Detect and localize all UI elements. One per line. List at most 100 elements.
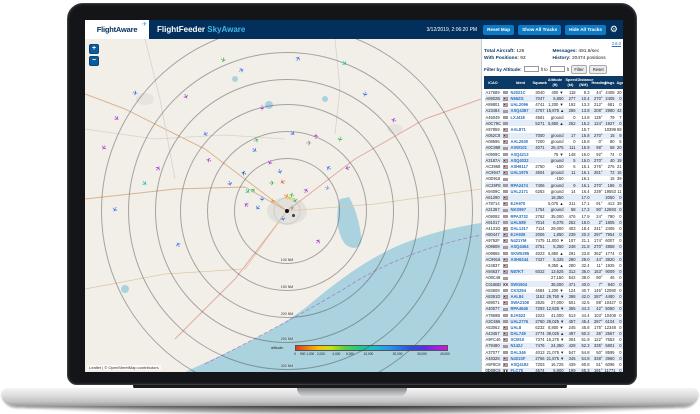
aircraft-row[interactable]: C016BDSWG60435,00047140.07°9400 xyxy=(485,281,623,287)
ident-link[interactable]: DAL1317 xyxy=(511,226,529,231)
aircraft-row[interactable]: A0C888ASW101407126,47511115.998°5820 xyxy=(485,145,623,151)
radar-map[interactable]: + − altitude: 05001,0002,0004,0006,00010… xyxy=(85,39,481,372)
aircraft-row[interactable]: AC9947UAL19754504ground1116.1281°7216 xyxy=(485,170,623,176)
ident-link[interactable]: UAL2096 xyxy=(511,102,529,107)
ident-link[interactable]: N2021C xyxy=(511,90,526,95)
ident-link[interactable]: UAL8 xyxy=(511,325,522,330)
aircraft-row[interactable]: AC29FERPA24747406ground916.1270°1860 xyxy=(485,182,623,188)
ident-link[interactable]: ASQ4454 xyxy=(511,244,529,249)
ident-link[interactable]: CKS294 xyxy=(511,288,526,293)
aircraft-row[interactable]: A0909CASQ421375 ▼14816.092°740 xyxy=(485,151,623,157)
ident-link[interactable]: N142J xyxy=(511,343,523,348)
aircraft-row[interactable]: A46049LXJ4184581ground014.8135°797 xyxy=(485,114,623,120)
ident-link[interactable]: DAL749 xyxy=(511,331,526,336)
filter-button[interactable]: Filter xyxy=(571,65,587,74)
ident-link[interactable]: ASQ4387 xyxy=(511,108,529,113)
ident-link[interactable]: LXJ418 xyxy=(511,115,525,120)
settings-gear-icon[interactable]: ⚙ xyxy=(610,25,618,34)
aircraft-row[interactable]: A3187AASQ4032ground516.0270°4019 xyxy=(485,157,623,163)
aircraft-row[interactable]: A17689N2021C3040400 ▼1189.344°440820 xyxy=(485,89,623,96)
ident-link[interactable]: ASH6117 xyxy=(511,164,529,169)
aircraft-icon[interactable]: ✈ xyxy=(314,133,321,139)
aircraft-icon[interactable]: ✈ xyxy=(278,215,286,222)
column-header[interactable]: ICAO xyxy=(485,77,502,89)
aircraft-row[interactable]: A08C4827,15054238.090°460 xyxy=(485,275,623,281)
aircraft-row[interactable]: A89071SWA2108262527,00050142.588°104270 xyxy=(485,300,623,306)
altitude-max-input[interactable] xyxy=(550,66,565,72)
aircraft-row[interactable]: A53062UAL862328,800 ▼24545.8175°1234880 xyxy=(485,324,623,330)
aircraft-icon[interactable]: ✈ xyxy=(360,90,368,97)
aircraft-row[interactable]: A21367NKS9971754ground5817.290°126930 xyxy=(485,207,623,213)
ident-link[interactable]: AAL84 xyxy=(511,294,524,299)
aircraft-row[interactable]: A8391DAAL84116229,750 ▼39842.0287°44800 xyxy=(485,293,623,299)
ident-link[interactable]: UAL1975 xyxy=(511,170,529,175)
aircraft-row[interactable]: A09808ASQ445427515,35024821.8270°48580 xyxy=(485,244,623,250)
ident-link[interactable]: EJA970 xyxy=(511,201,526,206)
aircraft-row[interactable]: A80447EJA93520061,85023920.3297°79540 xyxy=(485,232,623,238)
ident-link[interactable]: N421YM xyxy=(511,238,527,243)
ident-link[interactable]: SCM10 xyxy=(511,337,525,342)
ident-link[interactable]: AAL2630 xyxy=(511,139,529,144)
aircraft-icon[interactable]: ✈ xyxy=(131,90,138,98)
aircraft-row[interactable]: A78714EJA9705,075 ▲21117.191°41339 xyxy=(485,201,623,207)
ident-link[interactable]: SWA2108 xyxy=(511,300,529,305)
ident-link[interactable]: N87KT xyxy=(511,269,524,274)
reset-button[interactable]: Reset xyxy=(589,65,607,74)
column-header[interactable]: Age xyxy=(616,77,623,89)
version-link[interactable]: 3.8.0 xyxy=(612,41,621,46)
aircraft-icon[interactable]: ✈ xyxy=(306,141,312,148)
ident-link[interactable]: ASW101 xyxy=(511,145,527,150)
ident-link[interactable]: ASH6244 xyxy=(511,257,529,262)
column-header[interactable]: Distance (NM) xyxy=(577,77,591,89)
aircraft-row[interactable]: AC9916ASH624474275,32528029.044°38200 xyxy=(485,256,623,262)
aircraft-row[interactable]: A9792FN421YM747511,000 ▼10721.1174°60070 xyxy=(485,238,623,244)
column-header[interactable]: Speed (kt) xyxy=(565,77,577,89)
map-zoom-out-button[interactable]: − xyxy=(89,56,99,66)
aircraft-row[interactable]: A40077RPA4546729312,825 ▼35544.342°50500 xyxy=(485,306,623,312)
aircraft-icon[interactable]: ✈ xyxy=(289,206,295,213)
ident-link[interactable]: ASQ4032 xyxy=(511,158,529,163)
ident-link[interactable]: UAL2171 xyxy=(511,189,529,194)
aircraft-icon[interactable]: ✈ xyxy=(258,196,265,202)
map-zoom-in-button[interactable]: + xyxy=(89,44,99,54)
aircraft-row[interactable]: A91017UAL58970146,07525218.02°18050 xyxy=(485,219,623,225)
ident-link[interactable]: AAL871 xyxy=(511,127,526,132)
aircraft-row[interactable]: A0C79C52715,850 ▲25215.2124°19270 xyxy=(485,120,623,126)
ident-link[interactable]: RPA4546 xyxy=(511,306,528,311)
column-header[interactable] xyxy=(502,77,510,89)
ident-link[interactable]: ASQ4192 xyxy=(511,362,529,367)
ident-link[interactable]: EJA935 xyxy=(511,232,526,237)
aircraft-row[interactable]: A3C666UAL2776276029,025 ▼45745.4287°6104… xyxy=(485,318,623,324)
ident-link[interactable]: DAL346 xyxy=(511,350,526,355)
ident-link[interactable]: ASQ4213 xyxy=(511,152,529,157)
show-all-tracks-button[interactable]: Show All Tracks xyxy=(518,25,561,35)
aircraft-icon[interactable]: ✈ xyxy=(288,190,295,198)
ident-link[interactable]: RPA2474 xyxy=(511,183,528,188)
aircraft-row[interactable]: A5F8C8ASQ4192720316,72543960.851°60960 xyxy=(485,361,623,367)
aircraft-icon[interactable]: ✈ xyxy=(269,181,275,188)
aircraft-row[interactable]: A4131DDAL1317711429,00040318.4241°24050 xyxy=(485,225,623,231)
ident-link[interactable]: NKS997 xyxy=(511,207,526,212)
aircraft-row[interactable]: A9409CUAL21716263ground1416.4239°1955311 xyxy=(485,188,623,194)
aircraft-row[interactable]: A89801UAL209647411,200 ▼19213.3212°6810 xyxy=(485,102,623,108)
aircraft-row[interactable]: A08596AAL26307200ground015.80°805 xyxy=(485,139,623,145)
aircraft-icon[interactable]: ✈ xyxy=(335,135,343,142)
aircraft-row[interactable]: A48328N401SF276621,875 ▼34554.8338°39600 xyxy=(485,355,623,361)
aircraft-row[interactable]: A23484ASQ4387476715,875 ▲25613.8208°2980… xyxy=(485,108,623,114)
aircraft-row[interactable]: A052C87000ground1715.8270°159 xyxy=(485,133,623,139)
aircraft-table-header[interactable]: ICAOIdentSquawkAltitude (ft)Speed (kt)Di… xyxy=(485,77,623,89)
aircraft-row[interactable]: A8902BN66ZG70475,85027710.4270°24050 xyxy=(485,95,623,101)
reset-map-button[interactable]: Reset Map xyxy=(483,25,514,35)
aircraft-row[interactable]: A94637N87KT602213,62531236.0153°90090 xyxy=(485,269,623,275)
aircraft-row[interactable]: A09092RPA3732276235,00047617.924°7900 xyxy=(485,213,623,219)
ident-link[interactable]: UAL2776 xyxy=(511,319,529,324)
column-header[interactable]: Squawk xyxy=(532,77,546,89)
column-header[interactable]: Msgs xyxy=(604,77,616,89)
aircraft-row[interactable]: A9FC46SCM10737415,275 ▼30451.9122°76530 xyxy=(485,337,623,343)
aircraft-row[interactable]: A7869BEJA523102341,00051344.4103°104080 xyxy=(485,312,623,318)
aircraft-row[interactable]: A43457DAL749277439,025 ▲49750.336°25670 xyxy=(485,331,623,337)
ident-link[interactable]: N401SF xyxy=(511,356,526,361)
hide-all-tracks-button[interactable]: Hide All Tracks xyxy=(565,25,606,35)
aircraft-icon[interactable]: ✈ xyxy=(270,197,278,204)
flightaware-logo[interactable]: FlightAware ✈ xyxy=(85,20,149,39)
